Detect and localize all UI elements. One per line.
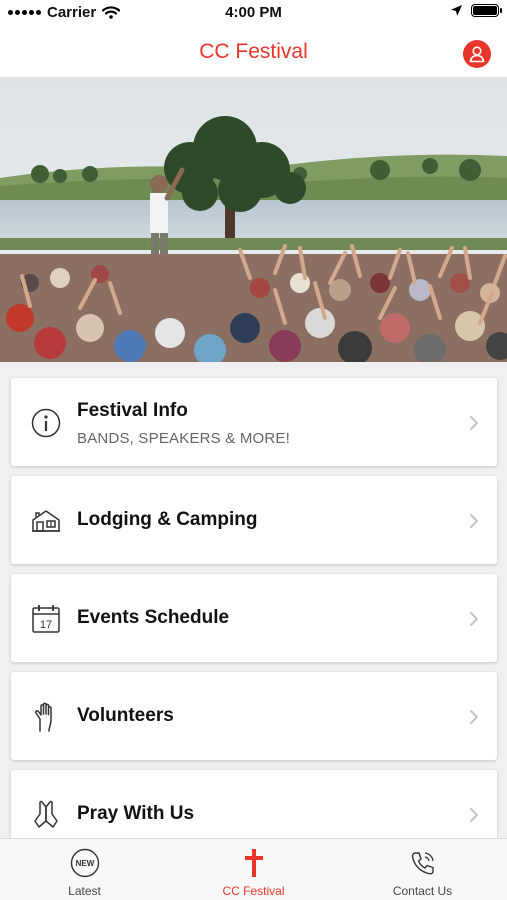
page-title: CC Festival	[199, 40, 308, 63]
phone-icon	[407, 847, 439, 879]
battery-icon	[471, 4, 502, 17]
house-icon	[29, 504, 63, 538]
chevron-right-icon	[470, 612, 478, 626]
hero-image	[0, 78, 507, 362]
praying-hands-icon	[29, 798, 63, 832]
tab-label: Contact Us	[392, 884, 453, 898]
status-time: 4:00 PM	[225, 4, 282, 21]
chevron-right-icon	[470, 710, 478, 724]
tab-cc-festival[interactable]: CC Festival	[169, 839, 338, 900]
raised-hand-icon	[29, 700, 63, 734]
menu-card-title: Lodging & Camping	[77, 509, 258, 530]
cross-icon	[238, 847, 270, 879]
menu-card-title: Pray With Us	[77, 803, 195, 824]
chevron-right-icon	[470, 514, 478, 528]
menu-card-lodging-camping[interactable]: Lodging & Camping	[11, 476, 497, 564]
tab-label: CC Festival	[222, 884, 285, 898]
menu-card-title: Festival Info	[77, 400, 188, 421]
menu-card-title: Events Schedule	[77, 607, 230, 628]
tab-latest[interactable]: NEW Latest	[0, 839, 169, 900]
status-right	[450, 4, 502, 17]
info-icon	[29, 406, 63, 440]
tab-bar: NEW Latest CC Festival Contact Us	[0, 838, 507, 900]
navigation-bar: CC Festival	[0, 26, 507, 78]
tab-label: Latest	[68, 884, 101, 898]
user-icon	[469, 46, 485, 63]
menu-card-title: Volunteers	[77, 705, 174, 726]
new-badge-icon: NEW	[69, 847, 101, 879]
location-arrow-icon	[451, 5, 462, 16]
menu-card-subtitle: BANDS, SPEAKERS & MORE!	[77, 430, 290, 447]
menu-card-events-schedule[interactable]: 17 Events Schedule	[11, 574, 497, 662]
calendar-day-text: 17	[40, 619, 52, 631]
status-bar: Carrier 4:00 PM	[0, 0, 507, 26]
calendar-icon: 17	[29, 602, 63, 636]
tab-contact-us[interactable]: Contact Us	[338, 839, 507, 900]
new-badge-text: NEW	[75, 859, 94, 868]
profile-button[interactable]	[463, 40, 491, 68]
chevron-right-icon	[470, 416, 478, 430]
menu-card-volunteers[interactable]: Volunteers	[11, 672, 497, 760]
chevron-right-icon	[470, 808, 478, 822]
menu-card-festival-info[interactable]: Festival Info BANDS, SPEAKERS & MORE!	[11, 378, 497, 466]
